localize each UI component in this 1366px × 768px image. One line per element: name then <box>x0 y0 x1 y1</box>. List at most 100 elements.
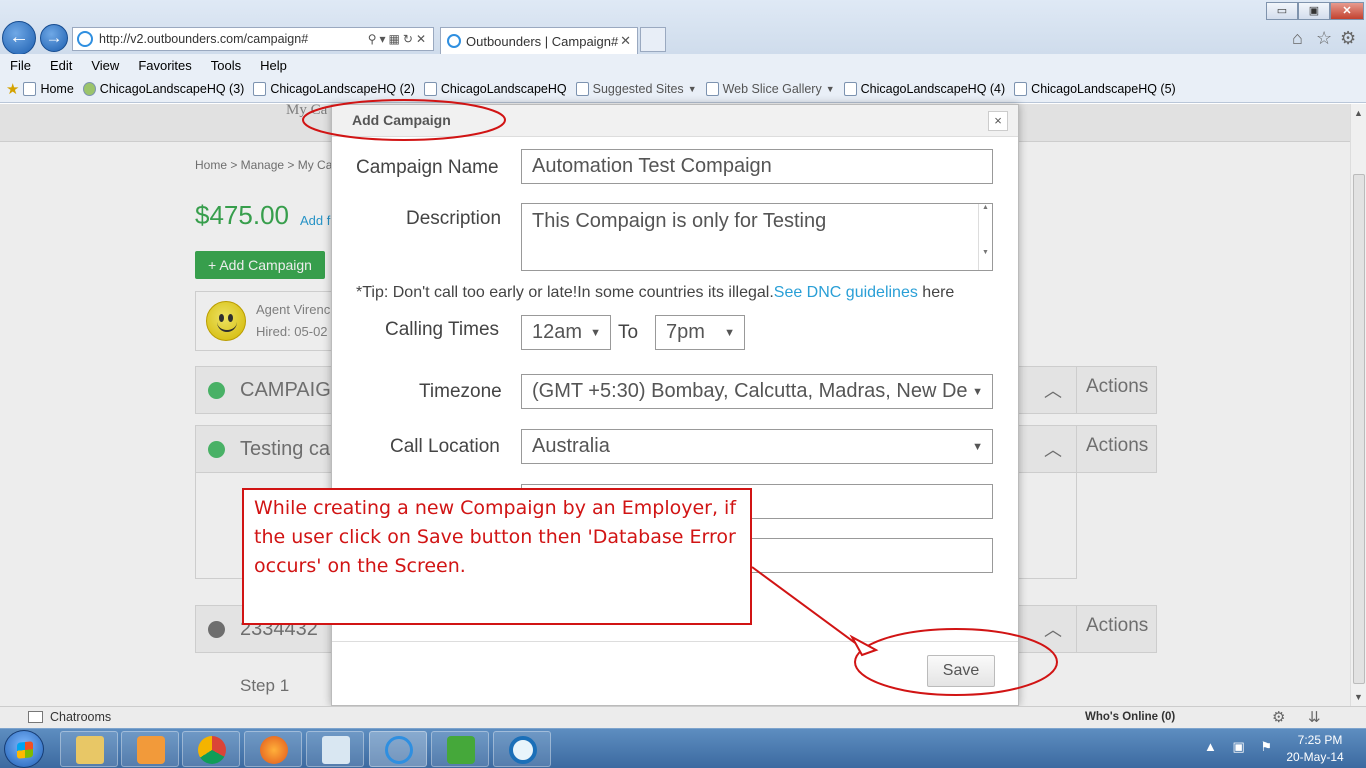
tray-icons[interactable]: ▲ ▣ ⚑ <box>1204 739 1278 755</box>
menu-view[interactable]: View <box>91 58 119 73</box>
fav-item-chicago[interactable]: ChicagoLandscapeHQ <box>423 82 567 96</box>
page-icon <box>1014 82 1028 96</box>
folder-icon <box>76 736 104 764</box>
clock-time[interactable]: 7:25 PM <box>1290 733 1350 747</box>
fav-label: ChicagoLandscapeHQ (5) <box>1031 82 1176 96</box>
fav-item-chicago-5[interactable]: ChicagoLandscapeHQ (5) <box>1014 82 1176 96</box>
fav-item-suggested-sites[interactable]: Suggested Sites ▼ <box>575 82 697 96</box>
chevron-down-icon: ▼ <box>687 84 697 94</box>
whos-online-button[interactable]: Who's Online (0) <box>1085 711 1175 723</box>
close-window-button[interactable]: ✕ <box>1330 2 1364 20</box>
close-icon[interactable]: × <box>988 111 1008 131</box>
favorites-bar: ★ Home ChicagoLandscapeHQ (3) ChicagoLan… <box>0 76 1366 103</box>
chat-settings-gear-icon[interactable]: ⚙ <box>1272 708 1285 726</box>
fav-item-home[interactable]: Home <box>23 82 74 96</box>
clock-date[interactable]: 20-May-14 <box>1280 750 1350 764</box>
menu-tools[interactable]: Tools <box>211 58 241 73</box>
taskbar-notepad[interactable] <box>306 731 364 767</box>
browser-title-bar: ← → http://v2.outbounders.com/campaign# … <box>0 0 1366 55</box>
favorites-star-icon[interactable]: ★ <box>6 80 19 98</box>
chevron-down-icon: ▼ <box>724 326 735 339</box>
address-tools-icon[interactable]: ⚲▾▦↻✕ <box>368 32 429 46</box>
ie-page-icon <box>77 31 93 47</box>
page-icon <box>575 82 589 96</box>
calling-times-label: Calling Times <box>385 319 500 340</box>
menu-favorites[interactable]: Favorites <box>138 58 191 73</box>
favorites-star-icon[interactable]: ☆ <box>1316 28 1332 49</box>
chatrooms-label: Chatrooms <box>50 710 112 724</box>
menu-file[interactable]: File <box>10 58 31 73</box>
chatrooms-button[interactable]: Chatrooms <box>28 710 111 724</box>
modal-title: Add Campaign <box>352 112 451 128</box>
home-icon[interactable]: ⌂ <box>1292 28 1303 49</box>
fav-item-web-slice-gallery[interactable]: Web Slice Gallery ▼ <box>705 82 835 96</box>
campaign-name-label: Campaign Name <box>356 157 499 178</box>
tools-gear-icon[interactable]: ⚙ <box>1340 28 1356 49</box>
chevron-down-icon: ▼ <box>590 326 601 339</box>
annotation-callout: While creating a new Compaign by an Empl… <box>242 488 752 625</box>
calling-to-select[interactable]: 7pm ▼ <box>655 315 745 350</box>
fav-label: Suggested Sites <box>592 82 684 96</box>
taskbar-media-player[interactable] <box>121 731 179 767</box>
menu-edit[interactable]: Edit <box>50 58 72 73</box>
taskbar-firefox[interactable] <box>244 731 302 767</box>
chevron-down-icon: ▼ <box>825 84 835 94</box>
fav-item-chicago-3[interactable]: ChicagoLandscapeHQ (3) <box>82 82 245 96</box>
blue-ring-app-icon <box>509 736 537 764</box>
media-player-icon <box>137 736 165 764</box>
browser-tab[interactable]: Outbounders | Campaign# ✕ <box>440 27 638 54</box>
chat-collapse-icon[interactable]: ⇊ <box>1308 708 1321 726</box>
campaign-name-input[interactable]: Automation Test Compaign <box>521 149 993 184</box>
dnc-guidelines-link[interactable]: See DNC guidelines <box>774 284 918 301</box>
scroll-up-icon[interactable]: ▲ <box>1354 108 1363 118</box>
taskbar-chrome[interactable] <box>182 731 240 767</box>
modal-footer-divider <box>332 641 1018 642</box>
description-label: Description <box>406 208 502 229</box>
tab-close-icon[interactable]: ✕ <box>620 33 631 49</box>
calling-tip: *Tip: Don't call too early or late!In so… <box>356 284 954 302</box>
call-location-label: Call Location <box>390 436 500 457</box>
back-arrow-icon[interactable]: ← <box>2 21 36 55</box>
system-tray: ▲ ▣ ⚑ 7:25 PM 20-May-14 <box>1200 729 1366 768</box>
green-app-icon <box>447 736 475 764</box>
fav-item-chicago-2[interactable]: ChicagoLandscapeHQ (2) <box>253 82 415 96</box>
calling-to-value: 7pm <box>666 321 705 343</box>
scroll-thumb[interactable] <box>1353 174 1365 684</box>
forward-arrow-icon[interactable]: → <box>40 24 68 52</box>
windows-taskbar: ▲ ▣ ⚑ 7:25 PM 20-May-14 <box>0 728 1366 768</box>
fav-label: ChicagoLandscapeHQ (3) <box>99 82 245 96</box>
fav-label: Home <box>40 82 74 96</box>
timezone-select[interactable]: (GMT +5:30) Bombay, Calcutta, Madras, Ne… <box>521 374 993 409</box>
page-scrollbar[interactable]: ▲ ▼ <box>1350 104 1366 706</box>
fav-label: ChicagoLandscapeHQ <box>440 82 567 96</box>
taskbar-green-app[interactable] <box>431 731 489 767</box>
internet-explorer-icon <box>385 736 413 764</box>
fav-item-chicago-4[interactable]: ChicagoLandscapeHQ (4) <box>843 82 1006 96</box>
chevron-down-icon: ▼ <box>972 385 983 398</box>
taskbar-internet-explorer[interactable] <box>369 731 427 767</box>
page-icon <box>843 82 857 96</box>
chat-window-icon <box>28 711 43 723</box>
textarea-scrollbar[interactable]: ▲ ▼ <box>978 204 992 270</box>
description-textarea[interactable]: This Compaign is only for Testing ▲ ▼ <box>521 203 993 271</box>
page-icon <box>23 82 37 96</box>
address-bar[interactable]: http://v2.outbounders.com/campaign# ⚲▾▦↻… <box>72 27 434 51</box>
call-location-value: Australia <box>532 435 610 457</box>
scroll-down-icon[interactable]: ▼ <box>1354 692 1363 702</box>
fav-label: ChicagoLandscapeHQ (4) <box>860 82 1006 96</box>
tip-suffix: here <box>917 284 955 301</box>
calling-from-value: 12am <box>532 321 583 343</box>
taskbar-explorer[interactable] <box>60 731 118 767</box>
calling-from-select[interactable]: 12am ▼ <box>521 315 611 350</box>
url-text[interactable]: http://v2.outbounders.com/campaign# <box>99 32 368 46</box>
page-icon <box>82 82 96 96</box>
call-location-select[interactable]: Australia ▼ <box>521 429 993 464</box>
save-button[interactable]: Save <box>927 655 995 687</box>
maximize-button[interactable]: ▣ <box>1298 2 1330 20</box>
minimize-button[interactable]: ▭ <box>1266 2 1298 20</box>
new-tab-button[interactable] <box>640 27 666 52</box>
menu-help[interactable]: Help <box>260 58 287 73</box>
tab-title: Outbounders | Campaign# <box>466 33 619 49</box>
windows-start-icon[interactable] <box>4 730 44 768</box>
taskbar-blue-app[interactable] <box>493 731 551 767</box>
